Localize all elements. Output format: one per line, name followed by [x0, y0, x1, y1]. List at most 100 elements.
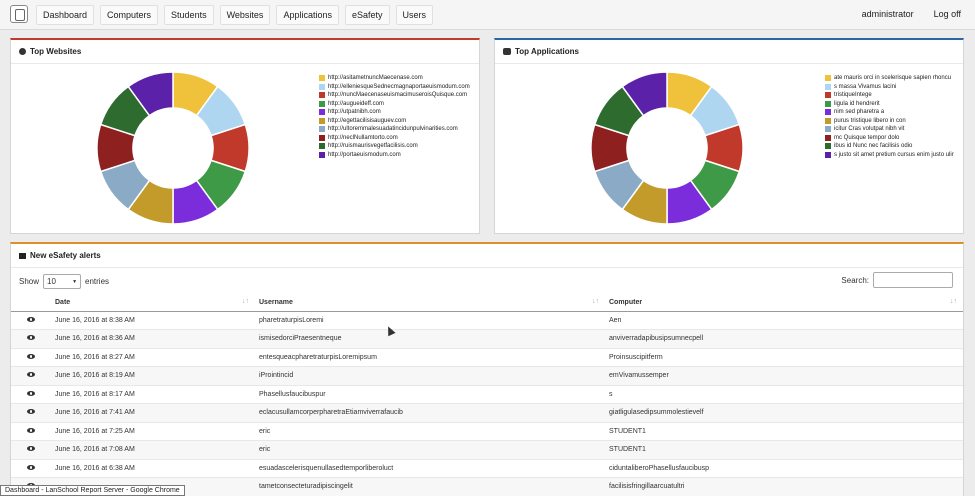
legend-item[interactable]: http://elleniesqueSednecmagnaportaeuismo…: [319, 83, 470, 92]
date-header-label: Date: [55, 298, 71, 306]
username-cell: eclacusullamcorperpharetraEtiamviverrafa…: [255, 403, 605, 423]
legend-label: tristiqueIntege: [834, 92, 872, 99]
entries-select[interactable]: 10 ▼: [43, 274, 82, 289]
legend-item[interactable]: s massa Vivamus lacini: [825, 83, 954, 92]
legend-label: http://utpatnibh.com: [328, 109, 381, 116]
view-cell[interactable]: [11, 348, 51, 367]
username-cell: pharetraturpisLoremi: [255, 311, 605, 330]
username-column-header[interactable]: Username ↓↑: [255, 294, 605, 312]
username-header-label: Username: [259, 298, 293, 306]
nav-applications[interactable]: Applications: [276, 5, 339, 25]
legend-item[interactable]: tristiqueIntege: [825, 91, 954, 100]
app-logo-icon[interactable]: [10, 5, 28, 23]
table-row[interactable]: June 16, 2016 at 7:08 AM eric STUDENT1: [11, 440, 963, 460]
entries-control: Show 10 ▼ entries: [19, 274, 109, 289]
view-cell[interactable]: [11, 366, 51, 386]
computer-column-header[interactable]: Computer ↓↑: [605, 294, 963, 312]
search-input[interactable]: [873, 272, 953, 288]
nav-users[interactable]: Users: [395, 5, 434, 25]
date-cell: June 16, 2016 at 8:36 AM: [51, 329, 255, 349]
legend-item[interactable]: http://portaeuismodum.com: [319, 151, 470, 160]
legend-item[interactable]: s justo sit amet pretium cursus enim jus…: [825, 151, 954, 160]
computer-header-label: Computer: [609, 298, 643, 306]
eye-icon[interactable]: [27, 372, 35, 378]
legend-label: http://egettacilisisauguev.com: [328, 117, 407, 124]
legend-item[interactable]: http://augueideff.com: [319, 100, 470, 109]
legend-label: s justo sit amet pretium cursus enim jus…: [834, 151, 954, 158]
esafety-alerts-panel: New eSafety alerts Show 10 ▼ entries Sea…: [10, 242, 964, 496]
top-websites-title: Top Websites: [30, 47, 82, 56]
legend-item[interactable]: http://egettacilisisauguev.com: [319, 117, 470, 126]
view-cell[interactable]: [11, 440, 51, 460]
table-row[interactable]: June 16, 2016 at 8:27 AM entesqueacpharet…: [11, 348, 963, 367]
eye-icon[interactable]: [27, 353, 35, 359]
legend-label: http://portaeuismodum.com: [328, 151, 401, 158]
search-label: Search:: [841, 275, 869, 285]
main-nav: Dashboard Computers Students Websites Ap…: [36, 5, 434, 25]
table-header-row: Date ↓↑ Username ↓↑ Computer ↓↑: [11, 294, 963, 312]
legend-item[interactable]: http://nuncMaecenaseuismacimuseroisQuisq…: [319, 91, 470, 100]
table-row[interactable]: June 16, 2016 at 8:36 AM ismisedorciPraes…: [11, 329, 963, 349]
table-row[interactable]: June 16, 2016 at 7:41 AM eclacusullamcorp…: [11, 403, 963, 423]
view-cell[interactable]: [11, 311, 51, 330]
legend-swatch: [825, 117, 831, 124]
legend-item[interactable]: ate mauris orci in scelerisque sapien rh…: [825, 74, 954, 83]
view-cell[interactable]: [11, 459, 51, 478]
view-cell[interactable]: [11, 329, 51, 349]
eye-icon[interactable]: [27, 409, 35, 415]
date-column-header[interactable]: Date ↓↑: [51, 294, 255, 312]
legend-label: http://elleniesqueSednecmagnaportaeuismo…: [328, 83, 470, 90]
table-row[interactable]: June 16, 2016 at 6:38 AM esuadascelerisqu…: [11, 459, 963, 478]
legend-item[interactable]: icitur Cras volutpat nibh vit: [825, 125, 954, 134]
user-menu[interactable]: administrator: [856, 5, 920, 23]
nav-websites[interactable]: Websites: [219, 5, 271, 25]
eye-icon[interactable]: [27, 335, 35, 341]
top-applications-header: Top Applications: [495, 40, 963, 64]
date-cell: June 16, 2016 at 8:17 AM: [51, 385, 255, 404]
table-row[interactable]: June 16, 2016 at 8:38 AM pharetraturpisLo…: [11, 311, 963, 330]
eye-icon[interactable]: [27, 446, 35, 452]
legend-swatch: [825, 75, 831, 82]
legend-item[interactable]: http://ultoremmalesuadatincidunpulvinari…: [319, 125, 470, 134]
legend-item[interactable]: purus tristique libero in con: [825, 117, 954, 126]
legend-item[interactable]: nim sed pharetra a: [825, 108, 954, 117]
legend-item[interactable]: ibus id Nunc nec facilisis odio: [825, 142, 954, 151]
eye-icon[interactable]: [27, 316, 35, 322]
legend-item[interactable]: http://utpatnibh.com: [319, 108, 470, 117]
date-cell: June 16, 2016 at 8:38 AM: [51, 311, 255, 330]
legend-label: nim sed pharetra a: [834, 109, 885, 116]
top-applications-panel: Top Applications ate mauris orci in scel…: [494, 38, 964, 234]
date-cell: June 16, 2016 at 7:08 AM: [51, 440, 255, 460]
legend-item[interactable]: ligula id hendrerit: [825, 100, 954, 109]
table-row[interactable]: June 16, 2016 at 7:25 AM eric STUDENT1: [11, 422, 963, 441]
nav-dashboard[interactable]: Dashboard: [36, 5, 95, 25]
legend-item[interactable]: http://asitametnuncMaecenase.com: [319, 74, 470, 83]
legend-item[interactable]: http://ruismaurisvegetfacilisis.com: [319, 142, 470, 151]
computer-cell: emVivamussemper: [605, 366, 963, 386]
logoff-button[interactable]: Log off: [928, 5, 967, 23]
username-cell: iProintincid: [255, 366, 605, 386]
view-cell[interactable]: [11, 385, 51, 404]
legend-swatch: [319, 83, 325, 90]
alerts-header: New eSafety alerts: [11, 244, 963, 268]
view-cell[interactable]: [11, 403, 51, 423]
eye-icon[interactable]: [27, 390, 35, 396]
legend-swatch: [319, 109, 325, 116]
legend-item[interactable]: http://neclNullamtorto.com: [319, 134, 470, 143]
legend-label: http://asitametnuncMaecenase.com: [328, 75, 423, 82]
legend-swatch: [319, 75, 325, 82]
nav-computers[interactable]: Computers: [100, 5, 159, 25]
legend-swatch: [825, 143, 831, 150]
nav-students[interactable]: Students: [164, 5, 214, 25]
eye-icon[interactable]: [27, 464, 35, 470]
legend-item[interactable]: mc Quisque tempor dolo: [825, 134, 954, 143]
computer-cell: ciduntaliberoPhasellusfaucibusp: [605, 459, 963, 478]
table-row[interactable]: June 16, 2016 at 8:19 AM iProintincid emVi…: [11, 366, 963, 386]
nav-esafety[interactable]: eSafety: [344, 5, 390, 25]
eye-icon[interactable]: [27, 427, 35, 433]
table-row[interactable]: June 16, 2016 at 8:17 AM Phasellusfaucibu…: [11, 385, 963, 404]
globe-icon: [19, 48, 26, 55]
view-cell[interactable]: [11, 422, 51, 441]
top-applications-donut-chart: [590, 71, 744, 225]
username-cell: entesqueacpharetraturpisLoremipsum: [255, 348, 605, 367]
